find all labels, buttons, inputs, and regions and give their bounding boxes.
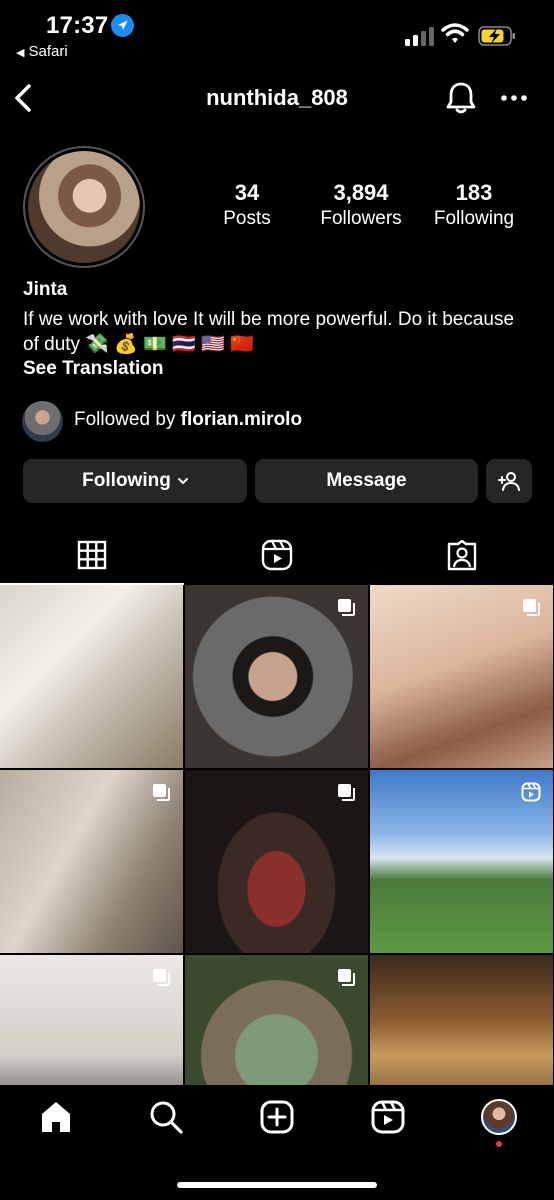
search-icon: [150, 1101, 183, 1134]
carousel-icon: [153, 784, 170, 801]
status-bar: 17:37 ◀ Safari: [0, 0, 554, 70]
tab-grid[interactable]: [0, 526, 184, 585]
followed-by-username: florian.mirolo: [180, 409, 303, 430]
carousel-icon: [338, 599, 355, 616]
back-triangle-icon: ◀: [16, 47, 25, 59]
message-button-label: Message: [326, 470, 407, 491]
tab-tagged[interactable]: [370, 526, 554, 584]
following-label: Following: [433, 208, 515, 229]
reels-icon: [261, 539, 293, 571]
create-icon: [260, 1100, 294, 1134]
wifi-icon: [441, 22, 469, 46]
profile-header: nunthida_808: [0, 70, 554, 128]
following-count: 183: [455, 180, 493, 205]
home-icon: [42, 1102, 70, 1132]
suggested-people-button[interactable]: [486, 459, 532, 503]
bio-text: If we work with love It will be more pow…: [23, 309, 515, 355]
more-options-icon[interactable]: [500, 88, 528, 108]
nav-profile-avatar[interactable]: [481, 1099, 517, 1135]
nav-search[interactable]: [146, 1097, 186, 1137]
reel-icon: [521, 782, 541, 802]
chevron-down-icon: [177, 478, 188, 485]
following-button-label: Following: [82, 470, 171, 491]
following-stat[interactable]: 183 Following: [426, 180, 522, 231]
post-thumbnail[interactable]: [370, 585, 553, 768]
notification-bell-icon[interactable]: [444, 80, 478, 116]
mutual-follower-avatar[interactable]: [22, 401, 63, 442]
nav-reels[interactable]: [368, 1097, 408, 1137]
notification-dot: [496, 1141, 502, 1147]
profile-avatar-ring[interactable]: [23, 146, 145, 268]
nav-home[interactable]: [36, 1097, 76, 1137]
home-indicator: [177, 1182, 377, 1188]
carousel-icon: [338, 784, 355, 801]
carousel-icon: [338, 969, 355, 986]
back-app-label: Safari: [28, 43, 68, 60]
tagged-icon: [447, 539, 477, 571]
profile-tabs: [0, 526, 554, 585]
following-button[interactable]: Following: [23, 459, 247, 503]
post-thumbnail[interactable]: [370, 770, 553, 953]
followers-count: 3,894: [333, 180, 389, 205]
posts-grid: [0, 585, 554, 1085]
post-thumbnail[interactable]: [185, 585, 368, 768]
followed-by-prefix: Followed by: [74, 409, 176, 430]
display-name: Jinta: [23, 279, 68, 300]
reels-icon: [371, 1100, 405, 1134]
post-thumbnail[interactable]: [0, 955, 183, 1085]
carousel-icon: [153, 969, 170, 986]
post-thumbnail[interactable]: [185, 955, 368, 1085]
followed-by-text[interactable]: Followed by florian.mirolo: [74, 409, 302, 431]
posts-count: 34: [234, 180, 260, 205]
message-button[interactable]: Message: [255, 459, 478, 503]
back-to-app-link[interactable]: ◀ Safari: [16, 43, 68, 60]
post-thumbnail[interactable]: [370, 955, 553, 1085]
carousel-icon: [523, 599, 540, 616]
posts-label: Posts: [223, 208, 271, 229]
post-thumbnail[interactable]: [0, 770, 183, 953]
tab-reels[interactable]: [185, 526, 369, 584]
nav-create[interactable]: [257, 1097, 297, 1137]
location-arrow-icon: [111, 14, 134, 37]
post-thumbnail[interactable]: [185, 770, 368, 953]
add-person-icon: [498, 472, 520, 491]
posts-stat[interactable]: 34 Posts: [210, 180, 284, 231]
grid-icon: [77, 540, 107, 570]
cellular-signal-icon: [405, 24, 434, 46]
see-translation-link[interactable]: See Translation: [23, 358, 163, 380]
status-time: 17:37: [46, 12, 109, 39]
battery-charging-icon: [478, 26, 516, 46]
followers-stat[interactable]: 3,894 Followers: [312, 180, 410, 231]
followers-label: Followers: [320, 208, 402, 229]
profile-avatar: [28, 151, 140, 263]
post-thumbnail[interactable]: [0, 585, 183, 768]
